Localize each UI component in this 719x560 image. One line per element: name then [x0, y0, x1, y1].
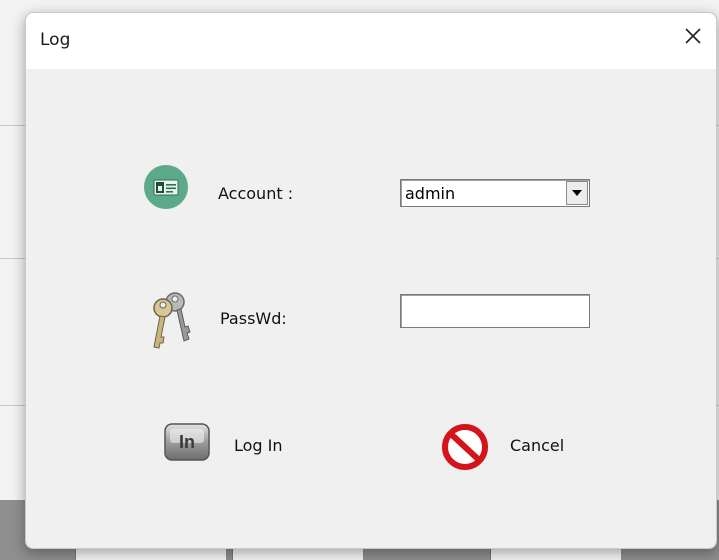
keys-icon	[148, 289, 196, 351]
chevron-down-icon	[572, 190, 582, 196]
close-icon	[685, 28, 701, 44]
login-icon: In	[163, 421, 211, 465]
password-field[interactable]	[400, 294, 590, 328]
dropdown-button[interactable]	[566, 181, 588, 205]
account-select-value: admin	[405, 184, 456, 203]
cancel-button[interactable]: Cancel	[439, 419, 579, 475]
login-button[interactable]: In Log In	[163, 421, 293, 471]
account-label: Account :	[218, 184, 294, 203]
login-label: Log In	[234, 436, 283, 455]
account-select[interactable]: admin	[400, 179, 590, 207]
password-label: PassWd:	[220, 309, 287, 328]
dialog-titlebar: Log	[26, 13, 716, 69]
close-button[interactable]	[670, 13, 716, 59]
cancel-label: Cancel	[510, 436, 565, 455]
login-dialog: Log Account : admin PassWd: In Log In Ca…	[25, 12, 717, 549]
account-card-icon	[144, 165, 188, 209]
prohibited-icon	[439, 419, 491, 471]
dialog-title: Log	[40, 30, 71, 50]
svg-text:In: In	[179, 432, 195, 452]
